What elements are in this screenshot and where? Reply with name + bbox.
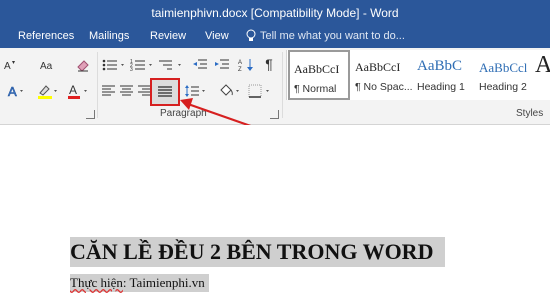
document-author-line: Thực hiện: Taimienphi.vn: [70, 274, 209, 292]
document-page[interactable]: CĂN LỀ ĐỀU 2 BÊN TRONG WORD Thực hiện: T…: [0, 125, 550, 300]
document-heading: CĂN LỀ ĐỀU 2 BÊN TRONG WORD: [70, 237, 446, 267]
author-text: : Taimienphi.vn: [122, 275, 205, 290]
spellcheck-word: Thực hiện: [70, 275, 123, 290]
